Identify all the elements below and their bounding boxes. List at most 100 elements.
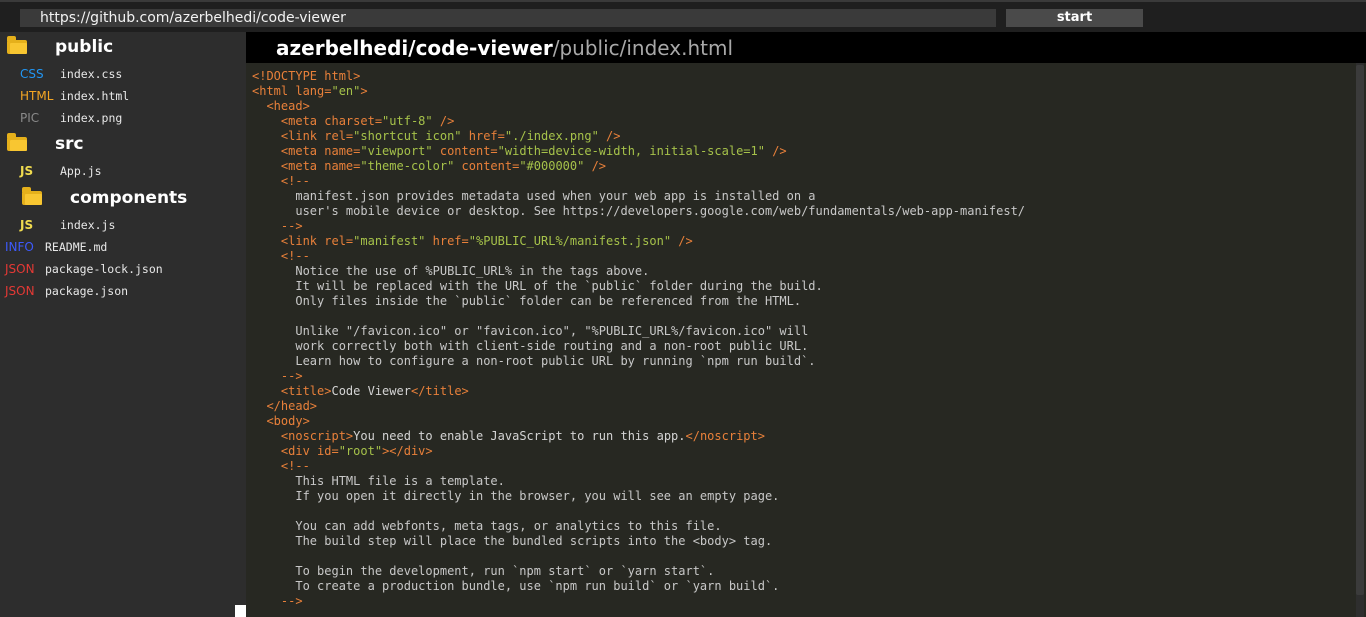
- file-package-lock-json[interactable]: JSON package-lock.json: [5, 258, 163, 280]
- code-token: It will be replaced with the URL of the …: [252, 279, 823, 293]
- code-token: Only files inside the `public` folder ca…: [252, 294, 802, 308]
- file-app-js[interactable]: JS App.js: [20, 160, 102, 182]
- code-token: "shortcut icon": [353, 129, 462, 143]
- code-token: This HTML file is a template.: [252, 474, 505, 488]
- code-token: />: [432, 114, 455, 128]
- file-name: package-lock.json: [45, 262, 163, 276]
- code-panel: <!DOCTYPE html> <html lang="en"> <head> <…: [246, 63, 1366, 617]
- code-line: <div id="root"></div>: [252, 444, 1025, 459]
- css-file-icon: CSS: [20, 67, 44, 81]
- code-token: -->: [252, 594, 303, 608]
- file-name: index.js: [60, 218, 116, 232]
- code-line: <link rel="manifest" href="%PUBLIC_URL%/…: [252, 234, 1025, 249]
- url-input[interactable]: [20, 9, 996, 27]
- code-token: >: [360, 84, 368, 98]
- code-token: "root": [338, 444, 383, 458]
- folder-public[interactable]: public: [7, 34, 113, 60]
- folder-name: public: [55, 37, 114, 57]
- code-token: />: [598, 129, 621, 143]
- code-token: />: [584, 159, 607, 173]
- code-token: <meta name=: [252, 159, 361, 173]
- code-token: ></div>: [382, 444, 433, 458]
- file-name: App.js: [60, 164, 102, 178]
- file-path-title: azerbelhedi/code-viewer/public/index.htm…: [276, 34, 733, 62]
- info-file-icon: INFO: [5, 240, 34, 254]
- code-line: To create a production bundle, use `npm …: [252, 579, 1025, 594]
- repo-name: azerbelhedi/code-viewer: [276, 36, 553, 60]
- code-line: Learn how to configure a non-root public…: [252, 354, 1025, 369]
- code-line: -->: [252, 369, 1025, 384]
- file-index-js[interactable]: JS index.js: [20, 214, 115, 236]
- code-token: To create a production bundle, use `npm …: [252, 579, 780, 593]
- file-readme[interactable]: INFO README.md: [5, 236, 107, 258]
- code-line: <meta name="theme-color" content="#00000…: [252, 159, 1025, 174]
- code-token: To begin the development, run `npm start…: [252, 564, 715, 578]
- code-token: Notice the use of %PUBLIC_URL% in the ta…: [252, 264, 650, 278]
- code-line: <meta name="viewport" content="width=dev…: [252, 144, 1025, 159]
- code-line: <body>: [252, 414, 1025, 429]
- code-token: work correctly both with client-side rou…: [252, 339, 809, 353]
- code-token: Code Viewer: [331, 384, 411, 398]
- code-line: <html lang="en">: [252, 84, 1025, 99]
- code-token: "theme-color": [360, 159, 455, 173]
- code-line: The build step will place the bundled sc…: [252, 534, 1025, 549]
- code-token: Learn how to configure a non-root public…: [252, 354, 816, 368]
- code-token: "%PUBLIC_URL%/manifest.json": [468, 234, 672, 248]
- code-line: This HTML file is a template.: [252, 474, 1025, 489]
- folder-name: src: [55, 134, 84, 154]
- json-file-icon: JSON: [5, 262, 35, 276]
- top-bar: start: [0, 0, 1366, 32]
- code-line: <meta charset="utf-8" />: [252, 114, 1025, 129]
- code-token: You need to enable JavaScript to run thi…: [353, 429, 686, 443]
- code-token: "utf-8": [382, 114, 433, 128]
- code-token: <html lang=: [252, 84, 332, 98]
- code-line: <!--: [252, 459, 1025, 474]
- start-button[interactable]: start: [1006, 9, 1143, 27]
- code-line: work correctly both with client-side rou…: [252, 339, 1025, 354]
- code-line: <noscript>You need to enable JavaScript …: [252, 429, 1025, 444]
- json-file-icon: JSON: [5, 284, 35, 298]
- code-token: "./index.png": [504, 129, 599, 143]
- code-token: "viewport": [360, 144, 433, 158]
- code-token: href=: [425, 234, 469, 248]
- folder-name: components: [70, 188, 188, 208]
- file-package-json[interactable]: JSON package.json: [5, 280, 128, 302]
- folder-components[interactable]: components: [22, 185, 187, 211]
- vertical-scrollbar-thumb[interactable]: [1356, 65, 1364, 595]
- code-token: />: [671, 234, 693, 248]
- code-content: <!DOCTYPE html> <html lang="en"> <head> <…: [252, 69, 1025, 609]
- code-token: <!DOCTYPE html>: [252, 69, 361, 83]
- code-line: <head>: [252, 99, 1025, 114]
- code-line: It will be replaced with the URL of the …: [252, 279, 1025, 294]
- code-line: -->: [252, 219, 1025, 234]
- file-tree-sidebar: public CSS index.css HTML index.html PIC…: [0, 32, 246, 617]
- folder-icon: [7, 133, 27, 151]
- code-line: -->: [252, 594, 1025, 609]
- code-line: Unlike "/favicon.ico" or "favicon.ico", …: [252, 324, 1025, 339]
- js-file-icon: JS: [20, 164, 34, 178]
- file-path: /public/index.html: [552, 36, 734, 60]
- code-line: </head>: [252, 399, 1025, 414]
- file-index-css[interactable]: CSS index.css: [20, 63, 122, 85]
- code-token: </title>: [410, 384, 469, 398]
- code-token: user's mobile device or desktop. See htt…: [252, 204, 1026, 218]
- file-name: index.css: [60, 67, 123, 81]
- code-token: <meta charset=: [252, 114, 383, 128]
- code-token: content=: [454, 159, 520, 173]
- folder-icon: [7, 36, 27, 54]
- code-token: -->: [252, 369, 303, 383]
- file-index-html[interactable]: HTML index.html: [20, 85, 129, 107]
- folder-icon: [22, 187, 42, 205]
- code-token: <!--: [252, 174, 310, 188]
- code-token: Unlike "/favicon.ico" or "favicon.ico", …: [252, 324, 809, 338]
- code-token: The build step will place the bundled sc…: [252, 534, 773, 548]
- folder-src[interactable]: src: [7, 131, 84, 157]
- code-token: href=: [461, 129, 505, 143]
- code-token: content=: [432, 144, 498, 158]
- file-index-png[interactable]: PIC index.png: [20, 107, 122, 129]
- code-token: <title>: [252, 384, 332, 398]
- code-line: <!--: [252, 249, 1025, 264]
